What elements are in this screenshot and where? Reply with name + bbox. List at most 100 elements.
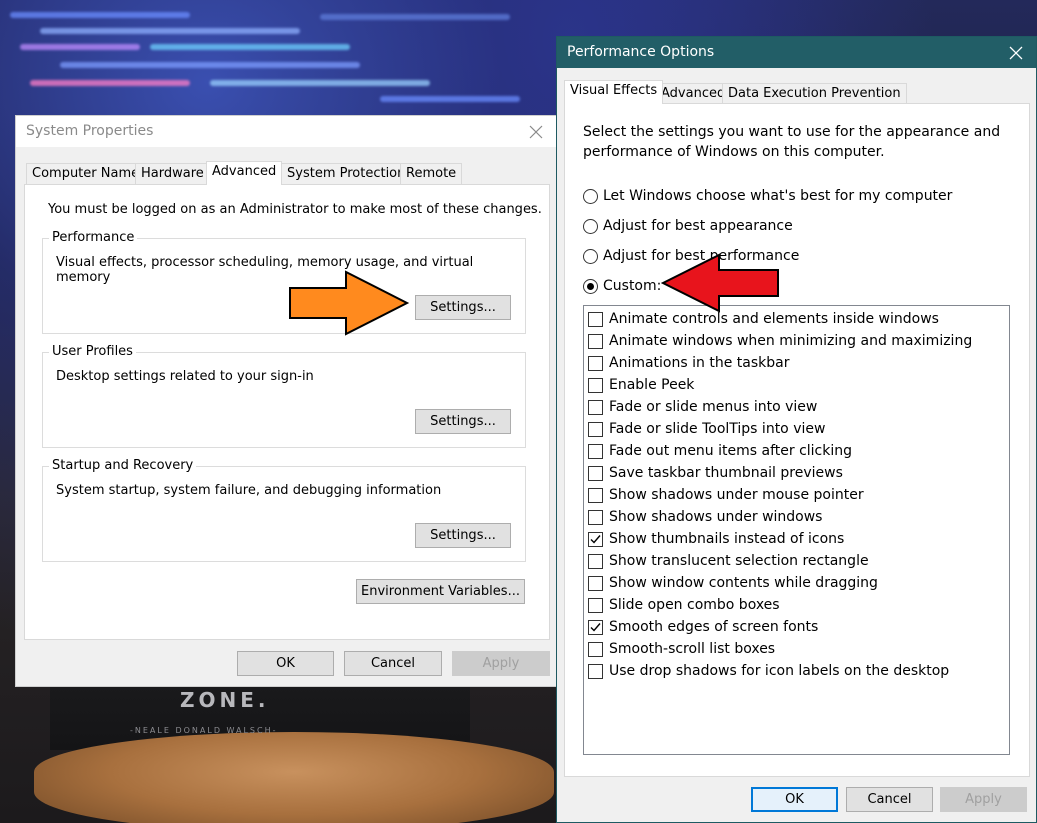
radio-circle-icon xyxy=(583,218,598,234)
effect-option-label: Fade or slide menus into view xyxy=(609,399,818,415)
group-label: Startup and Recovery xyxy=(49,458,197,473)
radio-best-appearance[interactable]: Adjust for best appearance xyxy=(583,218,793,234)
checkbox-icon[interactable] xyxy=(588,465,603,481)
performance-settings-button[interactable]: Settings... xyxy=(415,295,511,320)
radio-circle-icon xyxy=(583,248,598,264)
admin-note: You must be logged on as an Administrato… xyxy=(48,202,542,217)
checkbox-icon[interactable] xyxy=(588,487,603,503)
checkbox-icon[interactable] xyxy=(588,355,603,371)
arrow-left-icon xyxy=(661,253,779,313)
window-title: System Properties xyxy=(26,123,154,139)
system-properties-titlebar[interactable]: System Properties xyxy=(16,116,556,147)
ok-button[interactable]: OK xyxy=(751,787,838,812)
tab-advanced[interactable]: Advanced xyxy=(206,161,283,185)
radio-label: Let Windows choose what's best for my co… xyxy=(603,188,953,204)
mug-text: ZONE. xyxy=(180,688,270,712)
effect-option-row[interactable]: Show translucent selection rectangle xyxy=(588,550,869,572)
effect-option-row[interactable]: Save taskbar thumbnail previews xyxy=(588,462,843,484)
effect-option-row[interactable]: Animate windows when minimizing and maxi… xyxy=(588,330,972,352)
radio-custom[interactable]: Custom: xyxy=(583,278,661,294)
effect-option-row[interactable]: Animations in the taskbar xyxy=(588,352,789,374)
performance-options-window: Performance Options Visual Effects Advan… xyxy=(556,36,1037,823)
effect-option-label: Use drop shadows for icon labels on the … xyxy=(609,663,950,679)
effect-option-label: Animate controls and elements inside win… xyxy=(609,311,939,327)
tab-visual-effects[interactable]: Visual Effects xyxy=(564,80,664,104)
tab-advanced[interactable]: Advanced xyxy=(655,83,732,104)
checkbox-icon[interactable] xyxy=(588,575,603,591)
cancel-button[interactable]: Cancel xyxy=(846,787,933,812)
effect-option-label: Show window contents while dragging xyxy=(609,575,878,591)
effect-option-row[interactable]: Show shadows under mouse pointer xyxy=(588,484,864,506)
performance-options-titlebar[interactable]: Performance Options xyxy=(557,37,1036,68)
startup-recovery-group: Startup and Recovery System startup, sys… xyxy=(42,458,526,562)
group-description: System startup, system failure, and debu… xyxy=(56,483,442,498)
checkbox-icon[interactable] xyxy=(588,399,603,415)
check-icon xyxy=(590,622,601,632)
environment-variables-button[interactable]: Environment Variables... xyxy=(356,579,525,604)
effect-option-label: Show shadows under windows xyxy=(609,509,823,525)
tab-data-execution-prevention[interactable]: Data Execution Prevention xyxy=(722,83,907,104)
effect-option-row[interactable]: Slide open combo boxes xyxy=(588,594,780,616)
tab-remote[interactable]: Remote xyxy=(400,163,463,184)
checkbox-checked-icon[interactable] xyxy=(588,531,603,547)
cancel-button[interactable]: Cancel xyxy=(344,651,442,676)
checkbox-icon[interactable] xyxy=(588,443,603,459)
effect-option-label: Smooth-scroll list boxes xyxy=(609,641,776,657)
effect-option-row[interactable]: Fade or slide menus into view xyxy=(588,396,817,418)
checkbox-icon[interactable] xyxy=(588,509,603,525)
effect-option-row[interactable]: Fade or slide ToolTips into view xyxy=(588,418,825,440)
arrow-right-icon xyxy=(289,270,410,336)
effect-option-row[interactable]: Smooth-scroll list boxes xyxy=(588,638,775,660)
close-icon[interactable] xyxy=(996,37,1036,68)
checkbox-icon[interactable] xyxy=(588,333,603,349)
group-description: Desktop settings related to your sign-in xyxy=(56,369,314,384)
visual-effects-list[interactable]: Animate controls and elements inside win… xyxy=(583,305,1010,755)
effect-option-row[interactable]: Show shadows under windows xyxy=(588,506,822,528)
checkbox-icon[interactable] xyxy=(588,663,603,679)
startup-recovery-settings-button[interactable]: Settings... xyxy=(415,523,511,548)
effect-option-row[interactable]: Enable Peek xyxy=(588,374,694,396)
checkbox-icon[interactable] xyxy=(588,597,603,613)
effect-option-label: Fade or slide ToolTips into view xyxy=(609,421,826,437)
system-properties-window: System Properties Computer Name Hardware… xyxy=(15,115,557,687)
bg-code-line xyxy=(150,44,350,50)
group-label: User Profiles xyxy=(49,344,136,359)
checkbox-icon[interactable] xyxy=(588,311,603,327)
effect-option-label: Save taskbar thumbnail previews xyxy=(609,465,843,481)
effect-option-row[interactable]: Show window contents while dragging xyxy=(588,572,878,594)
group-label: Performance xyxy=(49,230,138,245)
intro-text-line2: performance of Windows on this computer. xyxy=(583,144,885,160)
tab-system-protection[interactable]: System Protection xyxy=(281,163,412,184)
radio-label: Custom: xyxy=(603,278,662,294)
effect-option-label: Show thumbnails instead of icons xyxy=(609,531,845,547)
effect-option-label: Show shadows under mouse pointer xyxy=(609,487,864,503)
tab-computer-name[interactable]: Computer Name xyxy=(26,163,146,184)
advanced-tab-panel: You must be logged on as an Administrato… xyxy=(24,184,550,640)
checkbox-icon[interactable] xyxy=(588,421,603,437)
checkbox-icon[interactable] xyxy=(588,377,603,393)
effect-option-row[interactable]: Use drop shadows for icon labels on the … xyxy=(588,660,949,682)
close-icon[interactable] xyxy=(516,116,556,147)
bg-code-line xyxy=(210,80,430,86)
radio-selected-icon xyxy=(583,278,598,294)
bg-code-line xyxy=(320,14,510,20)
apply-button[interactable]: Apply xyxy=(452,651,550,676)
bg-code-line xyxy=(20,44,140,50)
checkbox-icon[interactable] xyxy=(588,553,603,569)
effect-option-row[interactable]: Show thumbnails instead of icons xyxy=(588,528,844,550)
user-profiles-settings-button[interactable]: Settings... xyxy=(415,409,511,434)
radio-circle-icon xyxy=(583,188,598,204)
effect-option-row[interactable]: Smooth edges of screen fonts xyxy=(588,616,818,638)
checkbox-icon[interactable] xyxy=(588,641,603,657)
effect-option-label: Smooth edges of screen fonts xyxy=(609,619,819,635)
checkbox-checked-icon[interactable] xyxy=(588,619,603,635)
mug-subtext: -NEALE DONALD WALSCH- xyxy=(130,726,278,735)
effect-option-label: Fade out menu items after clicking xyxy=(609,443,852,459)
intro-text-line1: Select the settings you want to use for … xyxy=(583,124,1001,140)
radio-let-windows-choose[interactable]: Let Windows choose what's best for my co… xyxy=(583,188,952,204)
ok-button[interactable]: OK xyxy=(237,651,334,676)
tab-hardware[interactable]: Hardware xyxy=(135,163,210,184)
apply-button[interactable]: Apply xyxy=(940,787,1027,812)
bg-code-line xyxy=(60,62,360,68)
effect-option-row[interactable]: Fade out menu items after clicking xyxy=(588,440,852,462)
